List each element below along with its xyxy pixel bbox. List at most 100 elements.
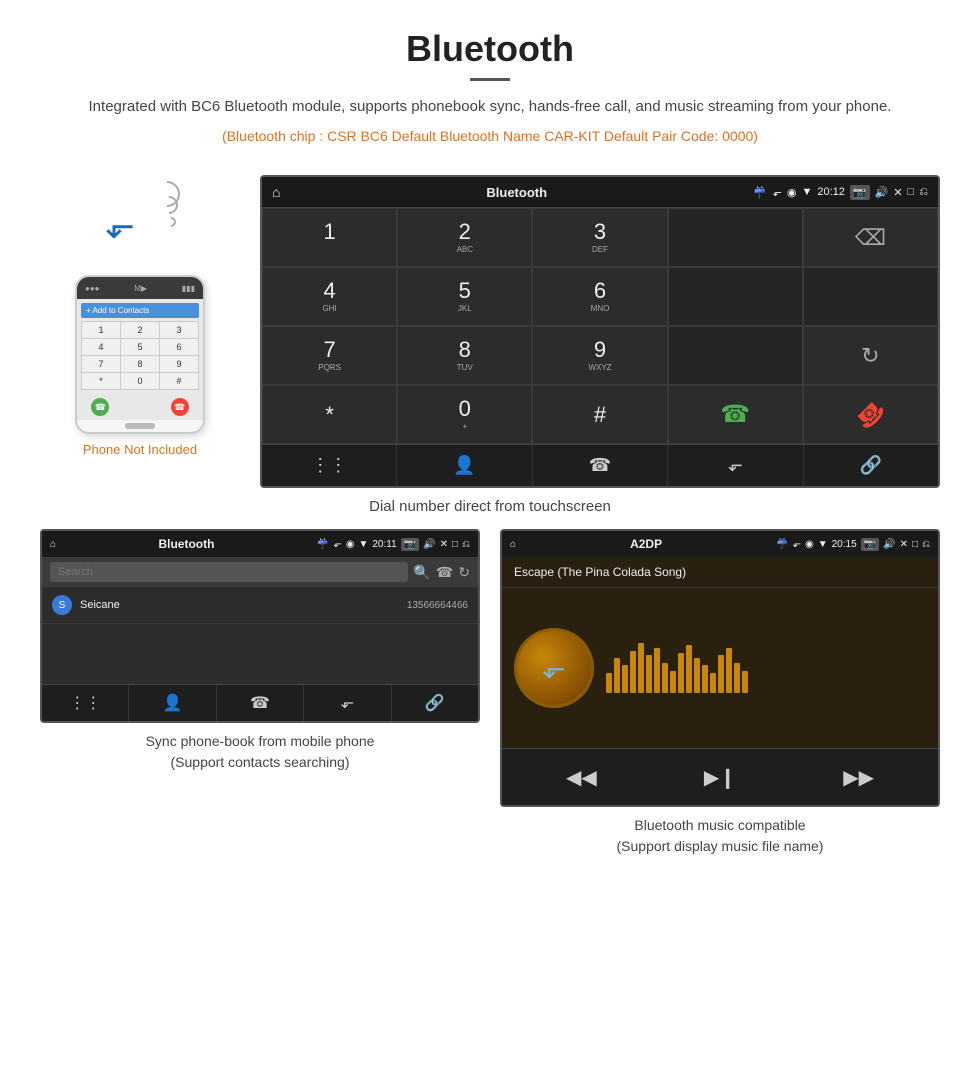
dial-key-4[interactable]: 4 GHI	[262, 267, 397, 326]
eq-bar	[670, 671, 676, 693]
phone-end-button: ☎	[171, 398, 189, 416]
cs-tool-calls[interactable]: ☎	[217, 685, 304, 721]
phone-mockup: ●●● M▶ ▮▮▮ + Add to Contacts 1 2 3 4 5 6…	[75, 275, 205, 434]
dial-key-1[interactable]: 1 _	[262, 208, 397, 267]
dial-key-3[interactable]: 3 DEF	[532, 208, 667, 267]
phone-home-button	[125, 423, 155, 429]
car-tool-dialpad[interactable]: ⋮⋮	[262, 445, 397, 486]
signal-icon: ▼	[801, 186, 812, 198]
ms-bt-icon: ⬐	[793, 539, 801, 550]
phone-signal: ●●●	[85, 284, 100, 293]
dial-key-empty-1	[668, 208, 803, 267]
middle-section: ⬐ ●●● M▶ ▮▮▮ + Add to Contacts 1 2 3 4	[0, 165, 980, 488]
bt-info-text: (Bluetooth chip : CSR BC6 Default Blueto…	[60, 125, 920, 147]
dial-key-9[interactable]: 9 WXYZ	[532, 326, 667, 385]
eq-bar	[630, 651, 636, 693]
page-header: Bluetooth Integrated with BC6 Bluetooth …	[0, 0, 980, 165]
phone-key-5: 5	[121, 339, 159, 355]
eq-bar	[718, 655, 724, 693]
eq-bar	[702, 665, 708, 693]
ms-x-icon: ✕	[900, 539, 908, 550]
music-screen: ⌂ A2DP ☔ ⬐ ◉ ▼ 20:15 📷 🔊 ✕ □ ⎌ Escape (T…	[500, 529, 940, 807]
cs-tool-bluetooth[interactable]: ⬐	[304, 685, 391, 721]
play-pause-button[interactable]: ▶❙	[702, 759, 738, 795]
contacts-caption: Sync phone-book from mobile phone (Suppo…	[146, 731, 375, 773]
phone-call-button: ☎	[91, 398, 109, 416]
dial-key-redial[interactable]: ↻	[803, 326, 938, 385]
search-icon[interactable]: 🔍	[413, 564, 430, 581]
dial-key-6[interactable]: 6 MNO	[532, 267, 667, 326]
car-tool-link[interactable]: 🔗	[804, 445, 938, 486]
dial-key-5[interactable]: 5 JKL	[397, 267, 532, 326]
contacts-title: Bluetooth	[60, 537, 313, 551]
dial-key-empty-3	[803, 267, 938, 326]
dial-key-end[interactable]: ☎	[803, 385, 938, 444]
dial-key-star[interactable]: *	[262, 385, 397, 444]
eq-bar	[710, 673, 716, 693]
contacts-search-row: 🔍 ☎ ↻	[42, 557, 478, 587]
cs-tool-link[interactable]: 🔗	[392, 685, 478, 721]
phone-bottom-bar: ☎ ☎	[77, 394, 203, 420]
eq-bar	[606, 673, 612, 693]
phone-illustration: ⬐ ●●● M▶ ▮▮▮ + Add to Contacts 1 2 3 4	[40, 195, 240, 457]
status-icons: ⬐ ◉ ▼ 20:12 📷 🔊 ✕ □ ⎌	[773, 185, 928, 200]
car-tool-bluetooth[interactable]: ⬐	[668, 445, 803, 486]
phone-key-9: 9	[160, 356, 198, 372]
close-icon: ✕	[893, 186, 902, 199]
contacts-search-input[interactable]	[50, 562, 408, 582]
eq-bar	[662, 663, 668, 693]
contacts-bottom-item: ⌂ Bluetooth ☔ ⬐ ◉ ▼ 20:11 📷 🔊 ✕ □ ⎌ 🔍 ☎ …	[40, 529, 480, 857]
contact-name: Seicane	[80, 599, 407, 611]
eq-bar	[654, 648, 660, 693]
next-button[interactable]: ▶▶	[841, 759, 877, 795]
phone-key-4: 4	[82, 339, 120, 355]
equalizer	[606, 643, 926, 693]
cs-usb-icon: ☔	[317, 539, 329, 550]
contacts-statusbar: ⌂ Bluetooth ☔ ⬐ ◉ ▼ 20:11 📷 🔊 ✕ □ ⎌	[42, 531, 478, 557]
call-icon[interactable]: ☎	[436, 564, 453, 581]
bottom-screenshots: ⌂ Bluetooth ☔ ⬐ ◉ ▼ 20:11 📷 🔊 ✕ □ ⎌ 🔍 ☎ …	[0, 529, 980, 857]
dial-key-backspace[interactable]: ⌫	[803, 208, 938, 267]
cs-sig-icon: ▼	[358, 539, 368, 550]
camera-icon: 📷	[850, 185, 870, 200]
car-toolbar: ⋮⋮ 👤 ☎ ⬐ 🔗	[262, 444, 938, 486]
eq-bar	[622, 665, 628, 693]
car-tool-calls[interactable]: ☎	[533, 445, 668, 486]
album-art: ⬐	[514, 628, 594, 708]
time-display: 20:12	[817, 186, 845, 198]
eq-bar	[614, 658, 620, 693]
music-info	[606, 643, 926, 693]
eq-bar	[678, 653, 684, 693]
dial-key-0[interactable]: 0 +	[397, 385, 532, 444]
dial-key-hash[interactable]: #	[532, 385, 667, 444]
dial-key-2[interactable]: 2 ABC	[397, 208, 532, 267]
dial-key-8[interactable]: 8 TUV	[397, 326, 532, 385]
ms-home-icon: ⌂	[510, 539, 516, 550]
volume-icon: 🔊	[875, 186, 889, 199]
eq-bar	[742, 671, 748, 693]
phone-key-2: 2	[121, 322, 159, 338]
dial-key-call[interactable]: ☎	[668, 385, 803, 444]
music-statusbar: ⌂ A2DP ☔ ⬐ ◉ ▼ 20:15 📷 🔊 ✕ □ ⎌	[502, 531, 938, 557]
car-status-bar: ⌂ Bluetooth ☔ ⬐ ◉ ▼ 20:12 📷 🔊 ✕ □ ⎌	[262, 177, 938, 207]
car-screen-title: Bluetooth	[286, 185, 747, 200]
refresh-icon[interactable]: ↻	[458, 564, 470, 581]
phone-top-bar: ●●● M▶ ▮▮▮	[77, 277, 203, 299]
dial-key-7[interactable]: 7 PQRS	[262, 326, 397, 385]
cs-tool-dialpad[interactable]: ⋮⋮	[42, 685, 129, 721]
eq-bar	[686, 645, 692, 693]
phone-battery: ▮▮▮	[182, 284, 195, 293]
cs-time: 20:11	[372, 539, 396, 550]
music-title: A2DP	[520, 537, 772, 551]
eq-bar	[734, 663, 740, 693]
prev-button[interactable]: ◀◀	[563, 759, 599, 795]
back-icon: ⎌	[919, 186, 928, 199]
car-tool-contacts[interactable]: 👤	[397, 445, 532, 486]
ms-win-icon: □	[912, 539, 918, 550]
phone-key-8: 8	[121, 356, 159, 372]
music-caption: Bluetooth music compatible (Support disp…	[617, 815, 824, 857]
bluetooth-icon: ⬐	[105, 205, 135, 247]
signal-arcs	[162, 203, 180, 227]
phone-keypad: 1 2 3 4 5 6 7 8 9 * 0 #	[81, 321, 199, 390]
cs-tool-contacts[interactable]: 👤	[129, 685, 216, 721]
